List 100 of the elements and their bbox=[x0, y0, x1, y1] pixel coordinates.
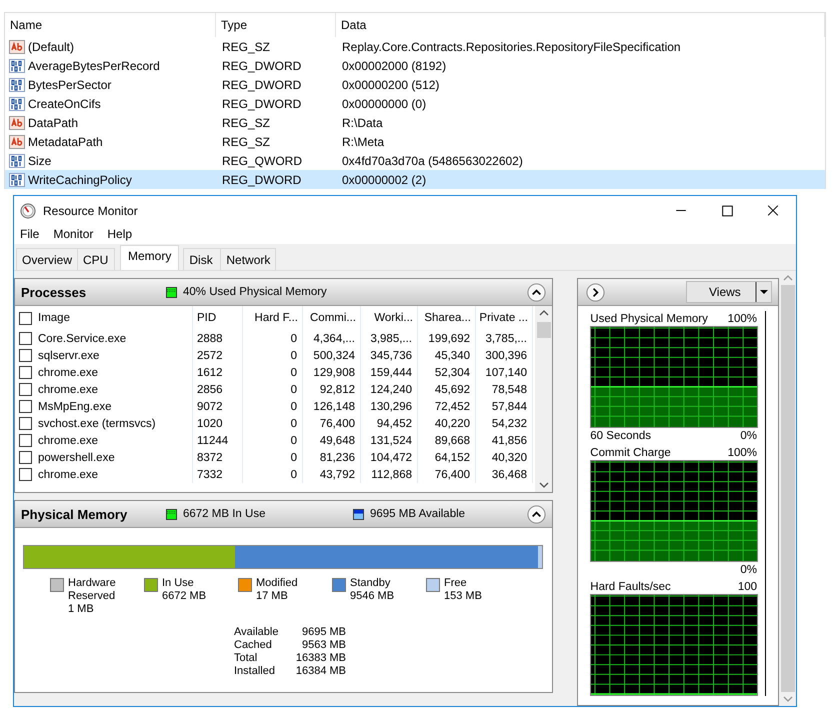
table-cell: 92,812 bbox=[320, 384, 355, 396]
column-header[interactable]: Name bbox=[5, 13, 216, 37]
table-cell: 199,692 bbox=[428, 332, 470, 344]
table-cell: 2572 bbox=[197, 350, 223, 362]
stat-label: Installed bbox=[234, 665, 275, 678]
table-cell: MsMpEng.exe bbox=[38, 400, 112, 412]
table-cell: 52,304 bbox=[434, 366, 470, 378]
value-data: 0x00000200 (512) bbox=[341, 78, 440, 92]
checkbox[interactable] bbox=[19, 468, 32, 481]
registry-row[interactable]: BytesPerSector REG_DWORD 0x00000200 (512) bbox=[5, 75, 825, 94]
value-name: AverageBytesPerRecord bbox=[28, 58, 160, 72]
registry-row[interactable]: MetadataPath REG_SZ R:\Meta bbox=[5, 132, 825, 151]
table-cell: chrome.exe bbox=[38, 366, 98, 378]
tab[interactable]: Overview bbox=[16, 248, 78, 270]
stat-label: Cached bbox=[234, 639, 272, 652]
table-cell: chrome.exe bbox=[38, 468, 98, 480]
table-cell: 345,736 bbox=[370, 350, 412, 362]
table-cell: 89,668 bbox=[434, 434, 470, 446]
table-cell: 43,792 bbox=[320, 468, 355, 480]
table-cell: 0 bbox=[290, 332, 297, 344]
graph-min-label: 0% bbox=[740, 430, 758, 442]
binary-value-icon bbox=[9, 172, 25, 188]
graph-time-label: 60 Seconds bbox=[590, 430, 652, 442]
graph-min-label: 0% bbox=[740, 564, 758, 576]
expand-icon[interactable] bbox=[586, 282, 606, 302]
registry-row[interactable]: DataPath REG_SZ R:\Data bbox=[5, 113, 825, 132]
table-cell: 40,220 bbox=[434, 418, 470, 430]
value-type: REG_DWORD bbox=[221, 172, 302, 186]
legend-label: Standby bbox=[350, 577, 392, 590]
checkbox[interactable] bbox=[19, 451, 32, 464]
text-value-icon bbox=[9, 38, 25, 54]
column-header[interactable]: Commi... bbox=[303, 306, 361, 330]
tab[interactable]: CPU bbox=[77, 248, 116, 270]
column-header[interactable]: Data bbox=[336, 13, 825, 37]
table-cell: 131,524 bbox=[370, 434, 412, 446]
registry-row[interactable]: CreateOnCifs REG_DWORD 0x00000000 (0) bbox=[5, 94, 825, 113]
window-title: Resource Monitor bbox=[43, 204, 138, 218]
table-cell: 1020 bbox=[197, 418, 223, 430]
table-cell: 64,152 bbox=[434, 452, 470, 464]
legend-value: 9546 MB bbox=[350, 590, 396, 603]
scroll-thumb[interactable] bbox=[536, 322, 551, 338]
table-cell: 72,452 bbox=[434, 400, 470, 412]
value-type: REG_SZ bbox=[221, 134, 272, 148]
table-cell: 94,452 bbox=[376, 418, 412, 430]
views-button[interactable]: Views bbox=[686, 281, 772, 303]
table-cell: 57,844 bbox=[492, 400, 527, 412]
table-cell: 3,785,... bbox=[485, 332, 527, 344]
column-header[interactable]: Worki... bbox=[361, 306, 418, 330]
stat-value: 9695 MB bbox=[302, 626, 346, 639]
binary-value-icon bbox=[9, 76, 25, 92]
table-cell: 159,444 bbox=[370, 366, 412, 378]
graph-max-label: 100% bbox=[728, 312, 758, 324]
column-header[interactable]: Type bbox=[216, 13, 336, 37]
checkbox[interactable] bbox=[19, 417, 32, 430]
registry-row[interactable]: (Default) REG_SZ Replay.Core.Contracts.Repositories.RepositoryFileSpecification bbox=[5, 37, 825, 56]
memory-indicator-icon bbox=[166, 286, 177, 298]
table-cell: powershell.exe bbox=[38, 452, 115, 464]
checkbox[interactable] bbox=[19, 332, 32, 345]
table-cell: 1612 bbox=[197, 366, 223, 378]
panel-header[interactable]: Processes 40% Used Physical Memory bbox=[15, 279, 552, 306]
menu-item[interactable]: Help bbox=[107, 227, 132, 241]
checkbox[interactable] bbox=[19, 383, 32, 396]
registry-row[interactable]: AverageBytesPerRecord REG_DWORD 0x00002000 (8192) bbox=[5, 56, 825, 75]
tab[interactable]: Network bbox=[220, 248, 276, 270]
stat-value: 16383 MB bbox=[296, 652, 346, 665]
tab[interactable]: Disk bbox=[183, 248, 222, 270]
value-name: (Default) bbox=[28, 40, 74, 54]
scrollbar[interactable] bbox=[535, 306, 552, 492]
memory-usage-label: 40% Used Physical Memory bbox=[183, 286, 327, 298]
table-cell: 36,468 bbox=[492, 468, 527, 480]
value-name: BytesPerSector bbox=[28, 78, 112, 92]
column-header[interactable]: Private ... bbox=[476, 306, 533, 330]
column-header[interactable]: Hard F... bbox=[243, 306, 303, 330]
table-cell: 8372 bbox=[197, 452, 223, 464]
column-header[interactable]: PID bbox=[193, 306, 243, 330]
checkbox[interactable] bbox=[19, 400, 32, 413]
checkbox[interactable] bbox=[19, 349, 32, 362]
registry-row[interactable]: WriteCachingPolicy REG_DWORD 0x00000002 (2) bbox=[5, 170, 825, 189]
checkbox[interactable] bbox=[19, 366, 32, 379]
collapse-icon[interactable] bbox=[527, 282, 546, 302]
table-cell: 0 bbox=[290, 452, 297, 464]
panel-title: Processes bbox=[21, 284, 88, 300]
table-cell: svchost.exe (termsvcs) bbox=[38, 418, 156, 430]
available-label: 9695 MB Available bbox=[370, 508, 466, 520]
value-type: REG_SZ bbox=[221, 116, 272, 130]
checkbox[interactable] bbox=[19, 312, 32, 324]
table-cell: 500,324 bbox=[313, 350, 355, 362]
table-cell: Core.Service.exe bbox=[38, 332, 126, 344]
collapse-icon[interactable] bbox=[527, 504, 546, 524]
checkbox[interactable] bbox=[19, 434, 32, 447]
column-header[interactable]: Image bbox=[15, 306, 193, 330]
table-cell: 107,140 bbox=[485, 366, 527, 378]
menu-item[interactable]: Monitor bbox=[53, 227, 94, 241]
stat-label: Total bbox=[234, 652, 258, 665]
tab[interactable]: Memory bbox=[120, 245, 180, 270]
table-cell: 76,400 bbox=[320, 418, 355, 430]
registry-row[interactable]: Size REG_QWORD 0x4fd70a3d70a (5486563022602) bbox=[5, 151, 825, 170]
menu-item[interactable]: File bbox=[20, 227, 40, 241]
panel-header[interactable]: Physical Memory 6672 MB In Use 9695 MB Available bbox=[15, 501, 552, 528]
column-header[interactable]: Sharea... bbox=[418, 306, 476, 330]
